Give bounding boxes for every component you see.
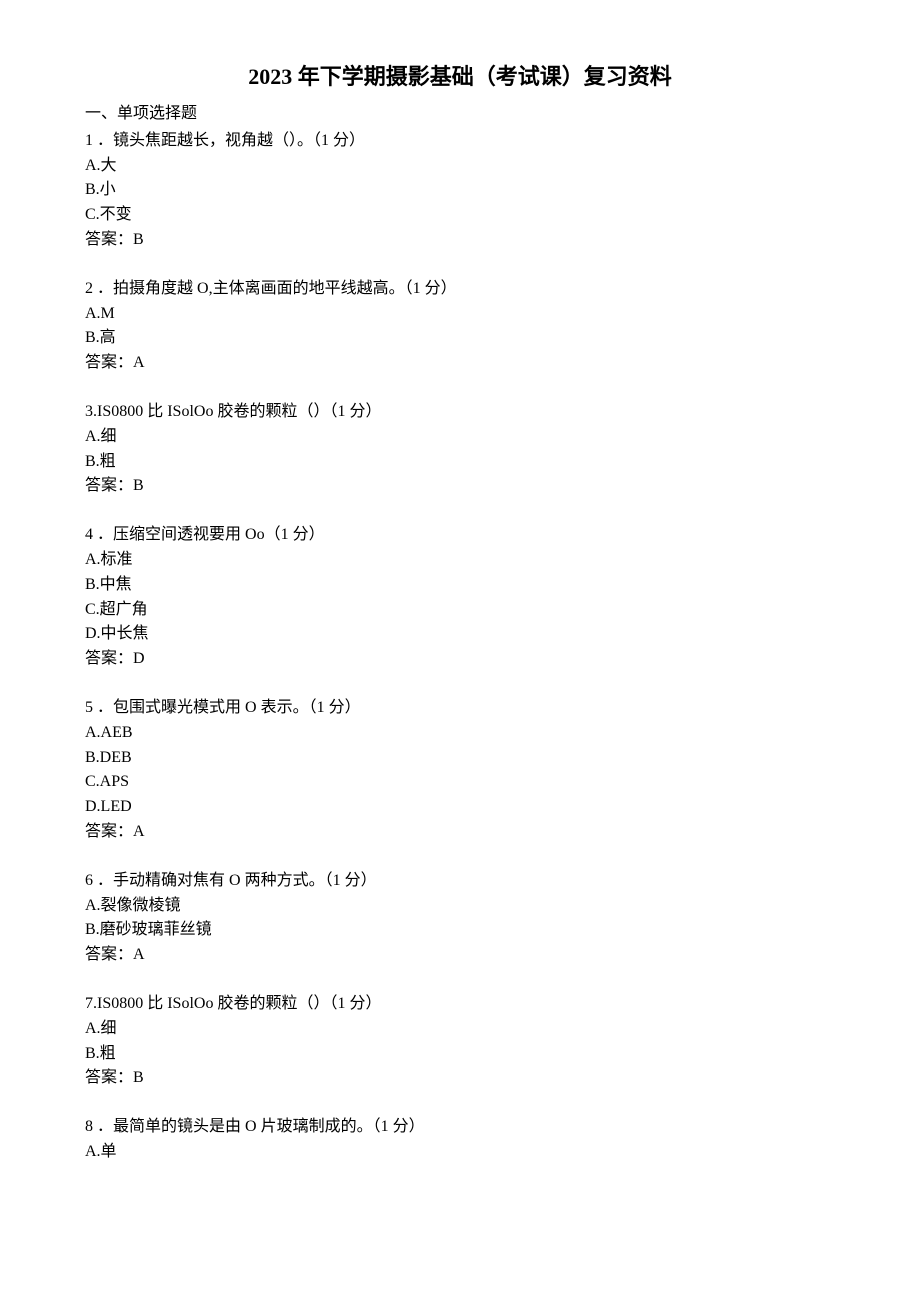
page-title: 2023 年下学期摄影基础（考试课）复习资料 [85,60,835,94]
question-option: C.APS [85,770,835,795]
question-block: 6 ．手动精确对焦有 O 两种方式。（1 分）A.裂像微棱镜B.磨砂玻璃菲丝镜答… [85,869,835,968]
question-body: 压缩空间透视要用 Oo（1 分） [113,526,325,543]
question-option: C.不变 [85,203,835,228]
question-option: A.M [85,302,835,327]
question-block: 5 ．包围式曝光模式用 O 表示。（1 分）A.AEBB.DEBC.APSD.L… [85,696,835,845]
question-option: B.磨砂玻璃菲丝镜 [85,918,835,943]
question-body: 拍摄角度越 O,主体离画面的地平线越高。（1 分） [113,280,457,297]
question-option: A.AEB [85,721,835,746]
question-body: IS0800 比 ISolOo 胶卷的颗粒（）（1 分） [97,995,381,1012]
question-option: C.超广角 [85,598,835,623]
question-text: 7.IS0800 比 ISolOo 胶卷的颗粒（）（1 分） [85,992,835,1017]
question-block: 1 ．镜头焦距越长，视角越（）。（1 分）A.大B.小C.不变答案：B [85,129,835,253]
question-block: 7.IS0800 比 ISolOo 胶卷的颗粒（）（1 分）A.细B.粗答案：B [85,992,835,1091]
question-option: D.LED [85,795,835,820]
question-option: A.细 [85,1017,835,1042]
question-text: 6 ．手动精确对焦有 O 两种方式。（1 分） [85,869,835,894]
question-option: B.粗 [85,1042,835,1067]
question-answer: 答案：B [85,474,835,499]
question-body: IS0800 比 ISolOo 胶卷的颗粒（）（1 分） [97,403,381,420]
question-number: 4 ． [85,526,113,543]
question-text: 1 ．镜头焦距越长，视角越（）。（1 分） [85,129,835,154]
question-option: B.高 [85,326,835,351]
question-answer: 答案：B [85,228,835,253]
question-answer: 答案：D [85,647,835,672]
question-block: 3.IS0800 比 ISolOo 胶卷的颗粒（）（1 分）A.细B.粗答案：B [85,400,835,499]
question-option: A.细 [85,425,835,450]
section-header: 一、单项选择题 [85,102,835,127]
question-answer: 答案：B [85,1066,835,1091]
question-option: B.DEB [85,746,835,771]
question-option: B.小 [85,178,835,203]
question-number: 5 ． [85,699,113,716]
question-option: A.单 [85,1140,835,1165]
question-answer: 答案：A [85,351,835,376]
question-answer: 答案：A [85,820,835,845]
question-body: 最简单的镜头是由 O 片玻璃制成的。（1 分） [113,1118,425,1135]
question-option: D.中长焦 [85,622,835,647]
question-option: B.粗 [85,450,835,475]
question-block: 2 ．拍摄角度越 O,主体离画面的地平线越高。（1 分）A.MB.高答案：A [85,277,835,376]
question-option: A.大 [85,154,835,179]
question-text: 4 ．压缩空间透视要用 Oo（1 分） [85,523,835,548]
question-body: 镜头焦距越长，视角越（）。（1 分） [113,132,365,149]
question-number: 3. [85,403,97,420]
question-block: 4 ．压缩空间透视要用 Oo（1 分）A.标准B.中焦C.超广角D.中长焦答案：… [85,523,835,672]
question-body: 包围式曝光模式用 O 表示。（1 分） [113,699,361,716]
question-number: 6 ． [85,872,113,889]
question-option: B.中焦 [85,573,835,598]
question-text: 5 ．包围式曝光模式用 O 表示。（1 分） [85,696,835,721]
document-page: 2023 年下学期摄影基础（考试课）复习资料 一、单项选择题 1 ．镜头焦距越长… [0,0,920,1301]
question-option: A.标准 [85,548,835,573]
question-answer: 答案：A [85,943,835,968]
question-text: 3.IS0800 比 ISolOo 胶卷的颗粒（）（1 分） [85,400,835,425]
question-block: 8 ．最简单的镜头是由 O 片玻璃制成的。（1 分）A.单 [85,1115,835,1165]
questions-container: 1 ．镜头焦距越长，视角越（）。（1 分）A.大B.小C.不变答案：B2 ．拍摄… [85,129,835,1165]
question-number: 8 ． [85,1118,113,1135]
question-text: 8 ．最简单的镜头是由 O 片玻璃制成的。（1 分） [85,1115,835,1140]
question-text: 2 ．拍摄角度越 O,主体离画面的地平线越高。（1 分） [85,277,835,302]
question-number: 2 ． [85,280,113,297]
question-number: 1 ． [85,132,113,149]
question-option: A.裂像微棱镜 [85,894,835,919]
question-number: 7. [85,995,97,1012]
question-body: 手动精确对焦有 O 两种方式。（1 分） [113,872,377,889]
